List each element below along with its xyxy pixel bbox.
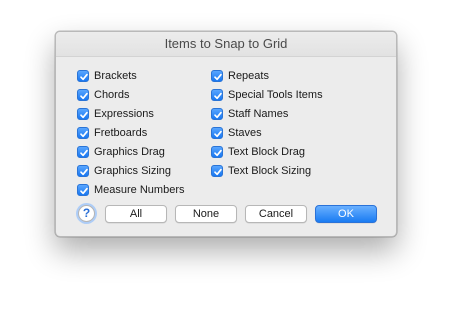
all-button[interactable]: All: [105, 205, 167, 223]
checkbox-fretboards[interactable]: Fretboards: [77, 123, 184, 142]
checkbox-checked-icon[interactable]: [77, 126, 89, 139]
checkbox-staves[interactable]: Staves: [211, 123, 323, 142]
checkbox-brackets[interactable]: Brackets: [77, 66, 184, 85]
checkbox-label: Text Block Sizing: [228, 164, 312, 177]
checkbox-checked-icon[interactable]: [77, 88, 89, 101]
help-button[interactable]: ?: [78, 205, 95, 222]
left-checkbox-column: Brackets Chords Expressions Fretboards G…: [77, 66, 184, 199]
checkbox-measure-numbers[interactable]: Measure Numbers: [77, 180, 184, 199]
checkbox-staff-names[interactable]: Staff Names: [211, 104, 323, 123]
checkbox-text-block-sizing[interactable]: Text Block Sizing: [211, 161, 323, 180]
checkbox-checked-icon[interactable]: [77, 69, 89, 82]
checkbox-special-tools-items[interactable]: Special Tools Items: [211, 85, 323, 104]
right-checkbox-column: Repeats Special Tools Items Staff Names …: [211, 66, 323, 180]
none-button[interactable]: None: [175, 205, 237, 223]
checkbox-expressions[interactable]: Expressions: [77, 104, 184, 123]
checkbox-label: Staff Names: [228, 107, 289, 120]
checkbox-checked-icon[interactable]: [211, 107, 223, 120]
checkbox-label: Repeats: [228, 69, 269, 82]
checkbox-checked-icon[interactable]: [211, 145, 223, 158]
cancel-button[interactable]: Cancel: [245, 205, 307, 223]
checkbox-checked-icon[interactable]: [77, 164, 89, 177]
checkbox-label: Measure Numbers: [94, 183, 185, 196]
checkbox-text-block-drag[interactable]: Text Block Drag: [211, 142, 323, 161]
checkbox-checked-icon[interactable]: [211, 126, 223, 139]
checkbox-label: Fretboards: [94, 126, 148, 139]
checkbox-checked-icon[interactable]: [211, 88, 223, 101]
checkbox-label: Chords: [94, 88, 130, 101]
checkbox-graphics-sizing[interactable]: Graphics Sizing: [77, 161, 184, 180]
dialog-title: Items to Snap to Grid: [56, 32, 396, 57]
checkbox-checked-icon[interactable]: [77, 107, 89, 120]
checkbox-label: Graphics Drag: [94, 145, 165, 158]
checkbox-chords[interactable]: Chords: [77, 85, 184, 104]
checkbox-checked-icon[interactable]: [211, 69, 223, 82]
checkbox-label: Special Tools Items: [228, 88, 323, 101]
checkbox-label: Graphics Sizing: [94, 164, 172, 177]
snap-to-grid-dialog: Items to Snap to Grid Brackets Chords Ex…: [55, 31, 397, 237]
checkbox-label: Brackets: [94, 69, 137, 82]
checkbox-label: Expressions: [94, 107, 154, 120]
checkbox-checked-icon[interactable]: [77, 183, 89, 196]
ok-button[interactable]: OK: [315, 205, 377, 223]
checkbox-repeats[interactable]: Repeats: [211, 66, 323, 85]
checkbox-checked-icon[interactable]: [211, 164, 223, 177]
checkbox-label: Staves: [228, 126, 262, 139]
checkbox-graphics-drag[interactable]: Graphics Drag: [77, 142, 184, 161]
checkbox-checked-icon[interactable]: [77, 145, 89, 158]
checkbox-label: Text Block Drag: [228, 145, 306, 158]
